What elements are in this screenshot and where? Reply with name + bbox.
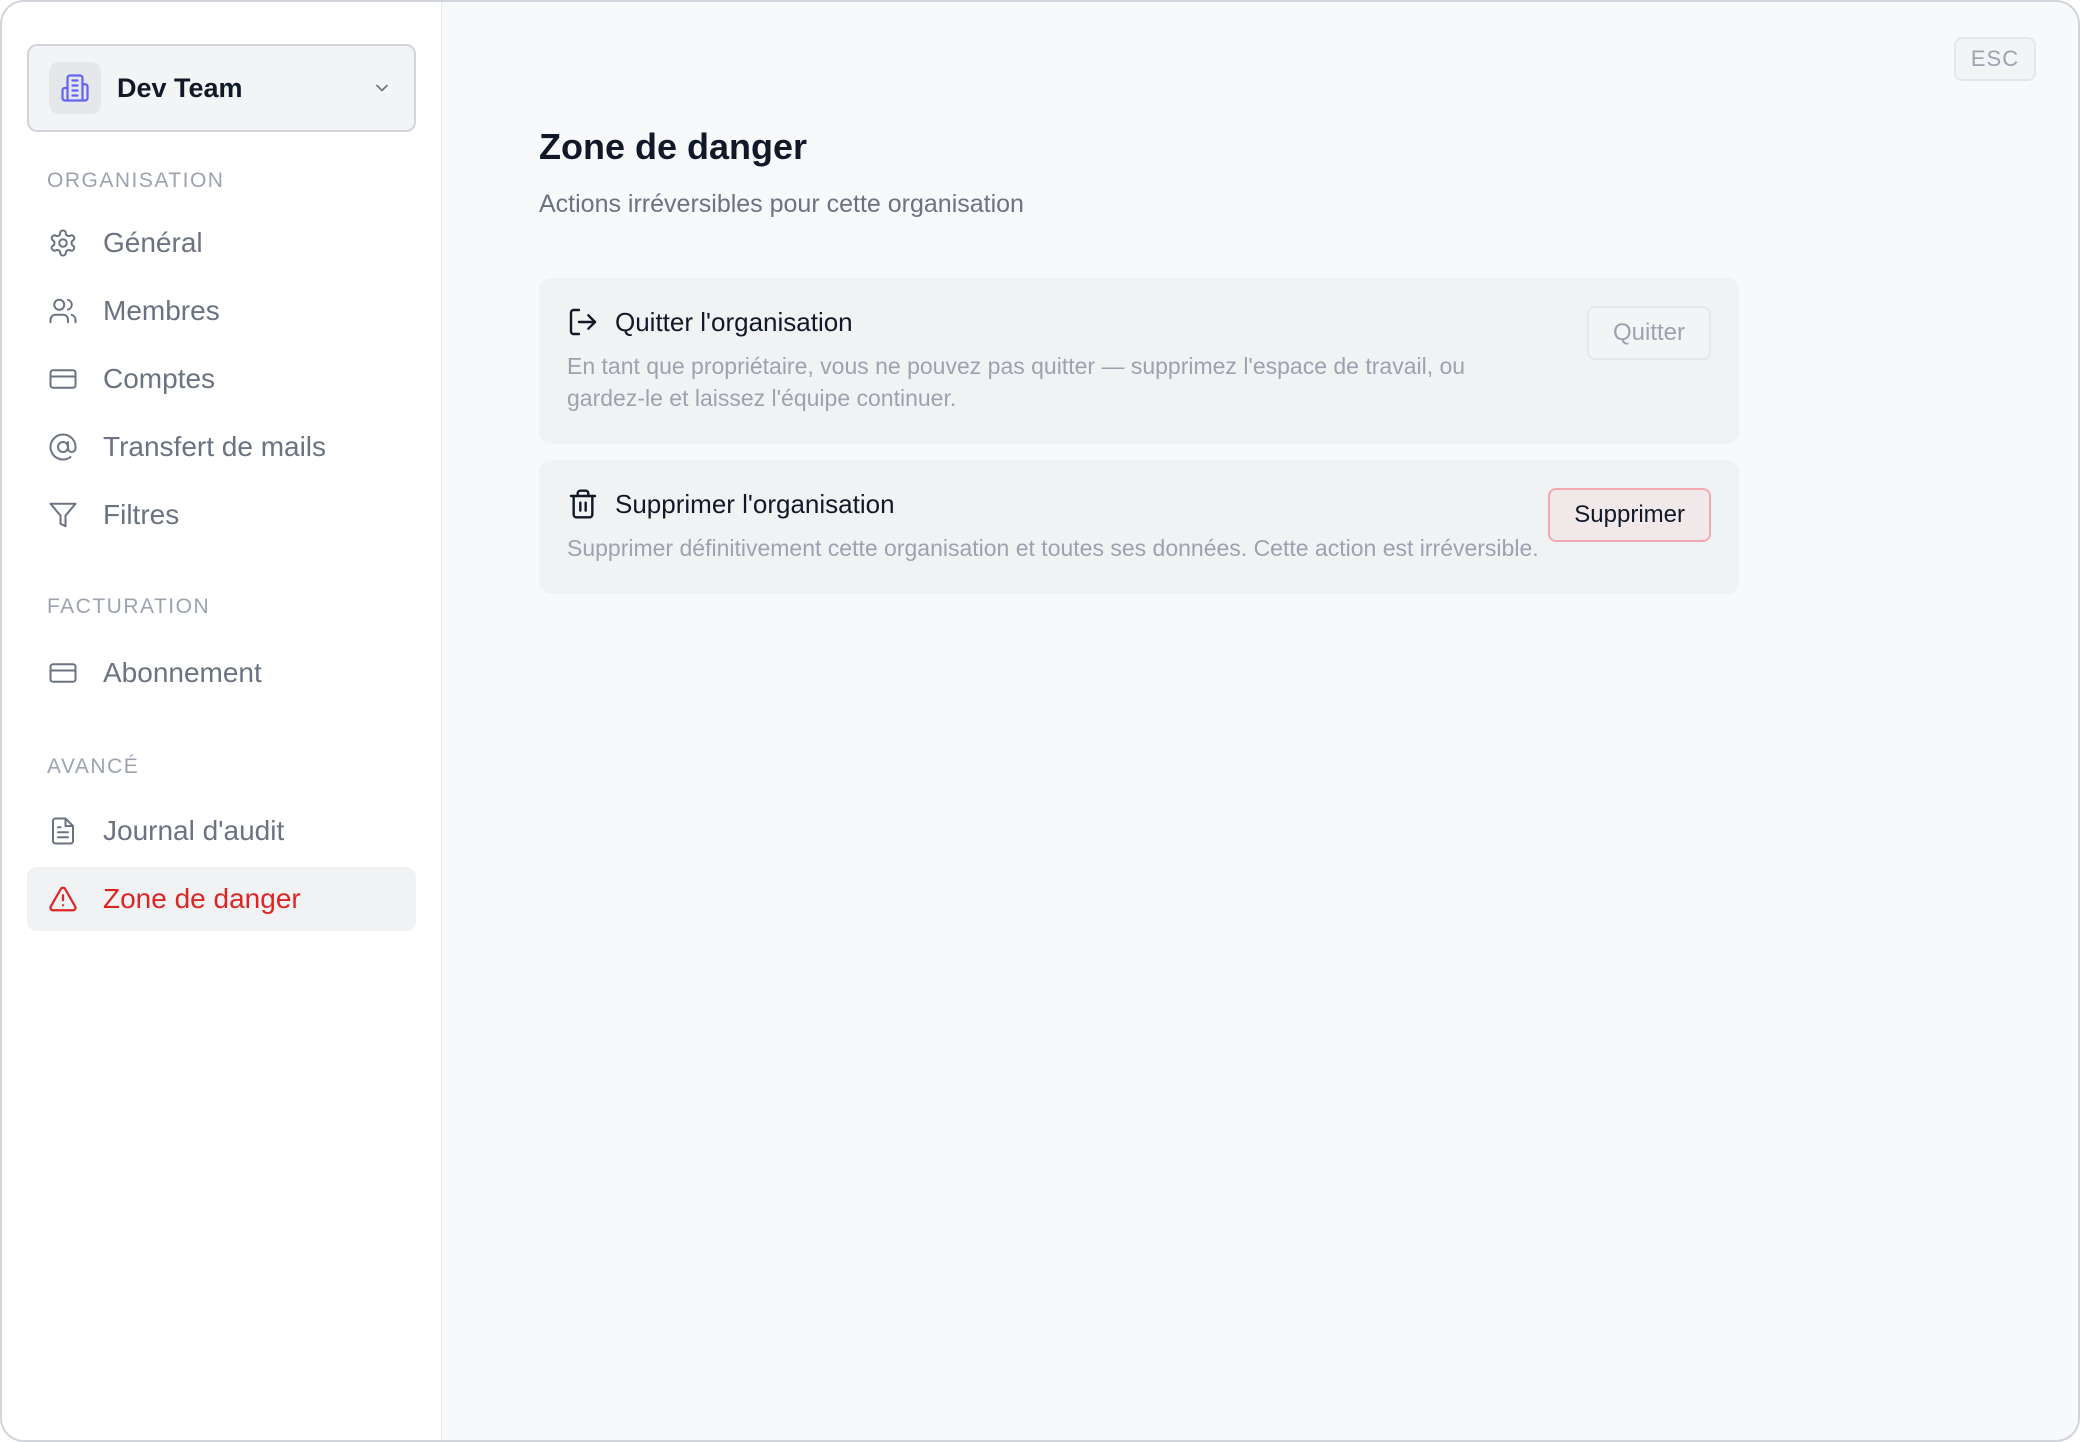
section-label-billing: FACTURATION xyxy=(47,595,211,618)
chevron-down-icon xyxy=(370,76,394,100)
leave-org-description: En tant que propriétaire, vous ne pouvez… xyxy=(567,353,1466,411)
esc-button[interactable]: ESC xyxy=(1954,37,2036,81)
log-out-icon xyxy=(567,306,599,338)
settings-window: Dev Team ORGANISATION Général Membres Co… xyxy=(0,0,2080,1442)
building-icon xyxy=(49,62,101,114)
sidebar-item-label: Abonnement xyxy=(103,657,262,688)
sidebar-item-general[interactable]: Général xyxy=(27,211,416,275)
sidebar-item-label: Journal d'audit xyxy=(103,815,285,846)
sidebar-item-members[interactable]: Membres xyxy=(27,279,416,343)
trash-icon xyxy=(567,488,599,520)
sidebar-item-label: Membres xyxy=(103,295,220,326)
quit-button[interactable]: Quitter xyxy=(1586,306,1711,360)
sidebar-item-audit-log[interactable]: Journal d'audit xyxy=(27,799,416,863)
leave-org-title: Quitter l'organisation xyxy=(615,306,853,337)
leave-org-card: Quitter l'organisation En tant que propr… xyxy=(539,278,1739,444)
sidebar-item-label: Général xyxy=(103,227,203,258)
sidebar: Dev Team ORGANISATION Général Membres Co… xyxy=(2,2,442,1440)
sidebar-item-label: Comptes xyxy=(103,363,216,394)
file-text-icon xyxy=(47,815,79,847)
sidebar-item-mail-forwarding[interactable]: Transfert de mails xyxy=(27,415,416,479)
alert-triangle-icon xyxy=(47,883,79,915)
sidebar-item-label: Filtres xyxy=(103,499,180,530)
section-label-organisation: ORGANISATION xyxy=(47,169,225,192)
gear-icon xyxy=(47,227,79,259)
delete-org-title: Supprimer l'organisation xyxy=(615,488,895,519)
sidebar-item-subscription[interactable]: Abonnement xyxy=(27,641,416,705)
filter-icon xyxy=(47,499,79,531)
danger-actions-list: Quitter l'organisation En tant que propr… xyxy=(539,278,2078,594)
delete-org-description: Supprimer définitivement cette organisat… xyxy=(567,535,1539,561)
sidebar-item-danger-zone[interactable]: Zone de danger xyxy=(27,867,416,931)
page-subtitle: Actions irréversibles pour cette organis… xyxy=(539,190,1024,218)
credit-card-icon xyxy=(47,363,79,395)
section-label-advanced: AVANCÉ xyxy=(47,755,140,778)
page-title: Zone de danger xyxy=(539,126,808,167)
sidebar-item-filters[interactable]: Filtres xyxy=(27,483,416,547)
main-content: ESC Zone de danger Actions irréversibles… xyxy=(442,2,2078,1440)
credit-card-icon xyxy=(47,657,79,689)
sidebar-item-accounts[interactable]: Comptes xyxy=(27,347,416,411)
delete-button[interactable]: Supprimer xyxy=(1548,488,1711,542)
org-switcher[interactable]: Dev Team xyxy=(27,44,416,132)
at-sign-icon xyxy=(47,431,79,463)
sidebar-item-label: Zone de danger xyxy=(103,883,301,914)
users-icon xyxy=(47,295,79,327)
delete-org-card: Supprimer l'organisation Supprimer défin… xyxy=(539,460,1739,594)
org-name: Dev Team xyxy=(117,72,243,103)
sidebar-item-label: Transfert de mails xyxy=(103,431,327,462)
